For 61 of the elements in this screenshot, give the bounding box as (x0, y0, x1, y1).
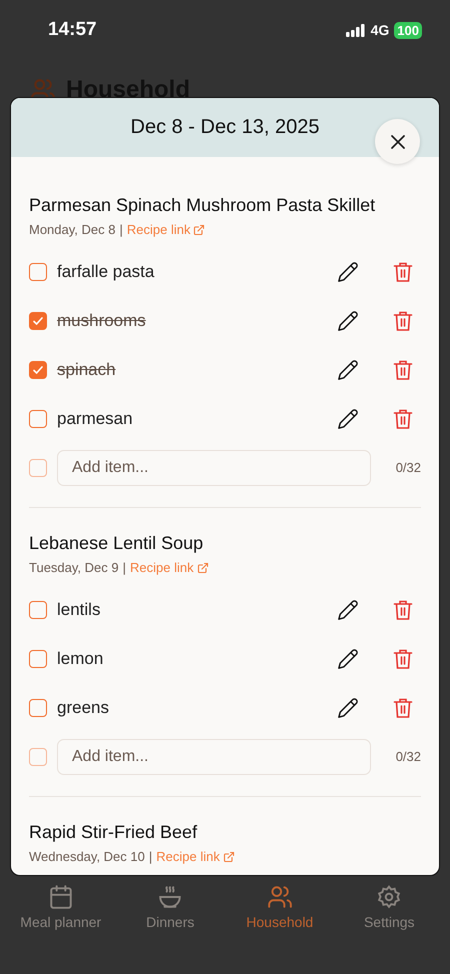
item-name: parmesan (57, 408, 134, 428)
checkbox[interactable] (29, 650, 47, 668)
tab-bar-item[interactable]: Meal planner (10, 884, 111, 930)
recipe-link[interactable]: Recipe link (156, 849, 235, 864)
battery-indicator: 100 (394, 22, 422, 38)
checkbox[interactable] (29, 748, 47, 766)
item-name: greens (57, 698, 110, 718)
bowl-icon[interactable] (157, 884, 184, 910)
edit-icon[interactable] (337, 696, 359, 718)
trash-icon[interactable] (393, 648, 413, 670)
tab-bar-item[interactable]: Household (230, 884, 330, 930)
item-name: lemon (57, 648, 104, 668)
edit-icon[interactable] (337, 648, 359, 670)
meal-title: Lebanese Lentil Soup (29, 533, 204, 554)
meal-title: Rapid Stir-Fried Beef (29, 822, 198, 843)
checkbox[interactable] (29, 262, 47, 280)
people-icon[interactable] (266, 884, 293, 910)
separator: | (119, 222, 123, 237)
edit-icon[interactable] (337, 310, 359, 332)
trash-icon[interactable] (393, 310, 413, 332)
item-name: farfalle pasta (57, 262, 156, 282)
add-item-field[interactable]: Add item... (57, 450, 371, 486)
item-name: lentils (57, 600, 102, 620)
item-name: spinach (57, 360, 117, 380)
external-link-icon[interactable] (196, 562, 209, 574)
external-link-icon[interactable] (193, 224, 206, 236)
separator: | (122, 560, 126, 575)
calendar-icon[interactable] (48, 884, 74, 910)
edit-icon[interactable] (337, 358, 359, 380)
meal-day: Wednesday, Dec 10 (29, 849, 145, 864)
edit-icon[interactable] (337, 260, 359, 282)
trash-icon[interactable] (393, 696, 413, 718)
edit-icon[interactable] (337, 598, 359, 620)
checkbox[interactable] (29, 410, 47, 428)
meal-title: Parmesan Spinach Mushroom Pasta Skillet (29, 195, 376, 216)
meal-day: Tuesday, Dec 9 (29, 560, 119, 575)
trash-icon[interactable] (393, 598, 413, 620)
separator: | (148, 849, 152, 864)
checkbox[interactable] (29, 698, 47, 716)
settings-icon[interactable] (376, 884, 402, 910)
signal-icon (346, 24, 366, 36)
tab-bar-item[interactable]: Dinners (120, 884, 220, 930)
recipe-link[interactable]: Recipe link (130, 560, 209, 575)
character-counter: 0/32 (394, 749, 421, 764)
checkbox[interactable] (29, 458, 47, 476)
external-link-icon[interactable] (222, 850, 235, 862)
close-icon[interactable] (390, 134, 406, 150)
tab-bar-item[interactable]: Settings (339, 884, 440, 930)
modal-title: Dec 8 - Dec 13, 2025 (130, 116, 320, 139)
item-name: mushrooms (57, 310, 147, 330)
trash-icon[interactable] (393, 408, 413, 430)
trash-icon[interactable] (393, 358, 413, 380)
status-time: 14:57 (48, 19, 97, 41)
trash-icon[interactable] (393, 260, 413, 282)
meal-day: Monday, Dec 8 (29, 222, 116, 237)
checkbox[interactable] (29, 600, 47, 618)
recipe-link[interactable]: Recipe link (126, 222, 206, 237)
add-item-field[interactable]: Add item... (57, 738, 371, 774)
edit-icon[interactable] (337, 408, 359, 430)
network-label: 4G (370, 22, 390, 38)
character-counter: 0/32 (394, 460, 421, 475)
